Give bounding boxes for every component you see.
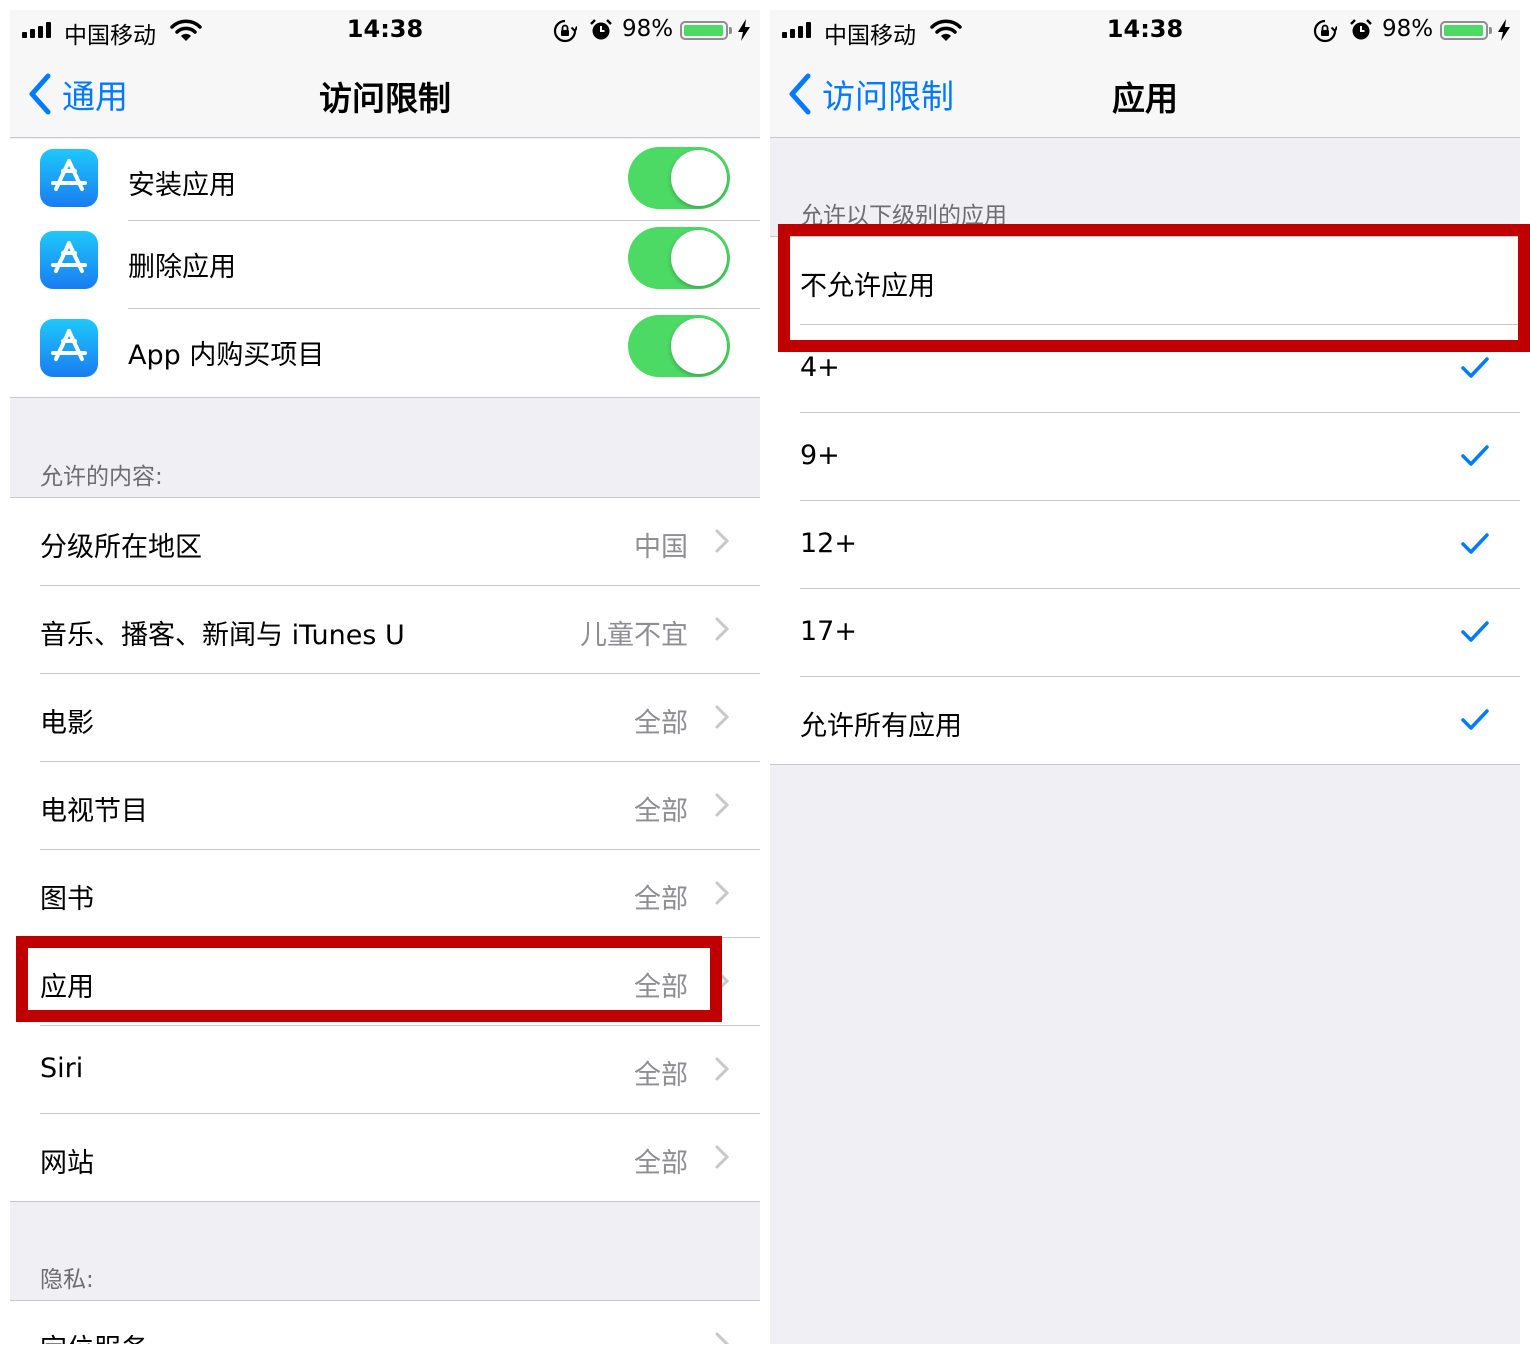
in-app-purchases-label: App 内购买项目 xyxy=(128,340,325,371)
battery-icon xyxy=(1440,21,1488,40)
chevron-right-icon xyxy=(715,881,730,905)
chevron-right-icon xyxy=(715,529,730,553)
no-apps-option-highlight xyxy=(778,224,1530,352)
chevron-right-icon xyxy=(715,1057,730,1081)
checkmark-icon xyxy=(1461,533,1489,554)
app-store-icon xyxy=(40,231,98,289)
chevron-right-icon xyxy=(715,705,730,729)
delete-apps-row: 删除应用 xyxy=(10,221,760,309)
page-title: 应用 xyxy=(1112,79,1178,118)
option-9plus[interactable]: 9+ xyxy=(770,413,1520,501)
charging-bolt-icon xyxy=(1498,19,1510,41)
checkmark-icon xyxy=(1461,357,1489,378)
battery-icon xyxy=(680,21,728,40)
nav-bar: 通用 访问限制 xyxy=(10,50,760,138)
music-podcasts-row[interactable]: 音乐、播客、新闻与 iTunes U 儿童不宜 xyxy=(10,586,760,674)
rating-region-row[interactable]: 分级所在地区 中国 xyxy=(10,498,760,586)
location-services-row[interactable]: 定位服务 xyxy=(10,1301,760,1344)
books-row[interactable]: 图书 全部 xyxy=(10,850,760,938)
rotation-lock-icon xyxy=(1313,19,1337,43)
apps-row-highlight xyxy=(16,936,722,1022)
status-bar: 中国移动 14:38 98% xyxy=(770,10,1520,50)
option-allow-all[interactable]: 允许所有应用 xyxy=(770,677,1520,765)
checkmark-icon xyxy=(1461,621,1489,642)
battery-percent: 98% xyxy=(1382,16,1434,42)
alarm-icon xyxy=(590,19,612,40)
in-app-purchases-toggle[interactable] xyxy=(628,315,730,377)
tv-shows-row[interactable]: 电视节目 全部 xyxy=(10,762,760,850)
allowed-content-group: 分级所在地区 中国 音乐、播客、新闻与 iTunes U 儿童不宜 电影 全部 … xyxy=(10,497,760,1202)
charging-bolt-icon xyxy=(738,19,750,41)
chevron-right-icon xyxy=(715,1332,730,1344)
checkmark-icon xyxy=(1461,709,1489,730)
websites-row[interactable]: 网站 全部 xyxy=(10,1114,760,1202)
movies-row[interactable]: 电影 全部 xyxy=(10,674,760,762)
delete-apps-label: 删除应用 xyxy=(128,252,236,283)
status-bar: 中国移动 14:38 98% xyxy=(10,10,760,50)
checkmark-icon xyxy=(1461,445,1489,466)
delete-apps-toggle[interactable] xyxy=(628,227,730,289)
chevron-right-icon xyxy=(715,617,730,641)
battery-percent: 98% xyxy=(622,16,674,42)
chevron-right-icon xyxy=(715,793,730,817)
privacy-group: 定位服务 xyxy=(10,1300,760,1344)
app-store-icon xyxy=(40,319,98,377)
page-title: 访问限制 xyxy=(319,79,451,118)
app-toggles-group: 安装应用 删除应用 App 内购买项目 xyxy=(10,139,760,398)
apps-rating-screen: 中国移动 14:38 98% 访问限制 应用 允许以下级别的应用 不允许应用 4… xyxy=(770,10,1520,1344)
alarm-icon xyxy=(1350,19,1372,40)
nav-bar: 访问限制 应用 xyxy=(770,50,1520,138)
install-apps-toggle[interactable] xyxy=(628,147,730,209)
chevron-right-icon xyxy=(715,1145,730,1169)
siri-row[interactable]: Siri 全部 xyxy=(10,1026,760,1114)
app-store-icon xyxy=(40,149,98,207)
option-12plus[interactable]: 12+ xyxy=(770,501,1520,589)
install-apps-row: 安装应用 xyxy=(10,139,760,221)
allowed-content-header: 允许的内容: xyxy=(40,464,163,490)
in-app-purchases-row: App 内购买项目 xyxy=(10,309,760,398)
privacy-header: 隐私: xyxy=(40,1267,94,1293)
rotation-lock-icon xyxy=(553,19,577,43)
option-17plus[interactable]: 17+ xyxy=(770,589,1520,677)
install-apps-label: 安装应用 xyxy=(128,170,236,201)
restrictions-screen: 中国移动 14:38 98% 通用 访问限制 安装应用 删除应用 App 内购买… xyxy=(10,10,760,1344)
